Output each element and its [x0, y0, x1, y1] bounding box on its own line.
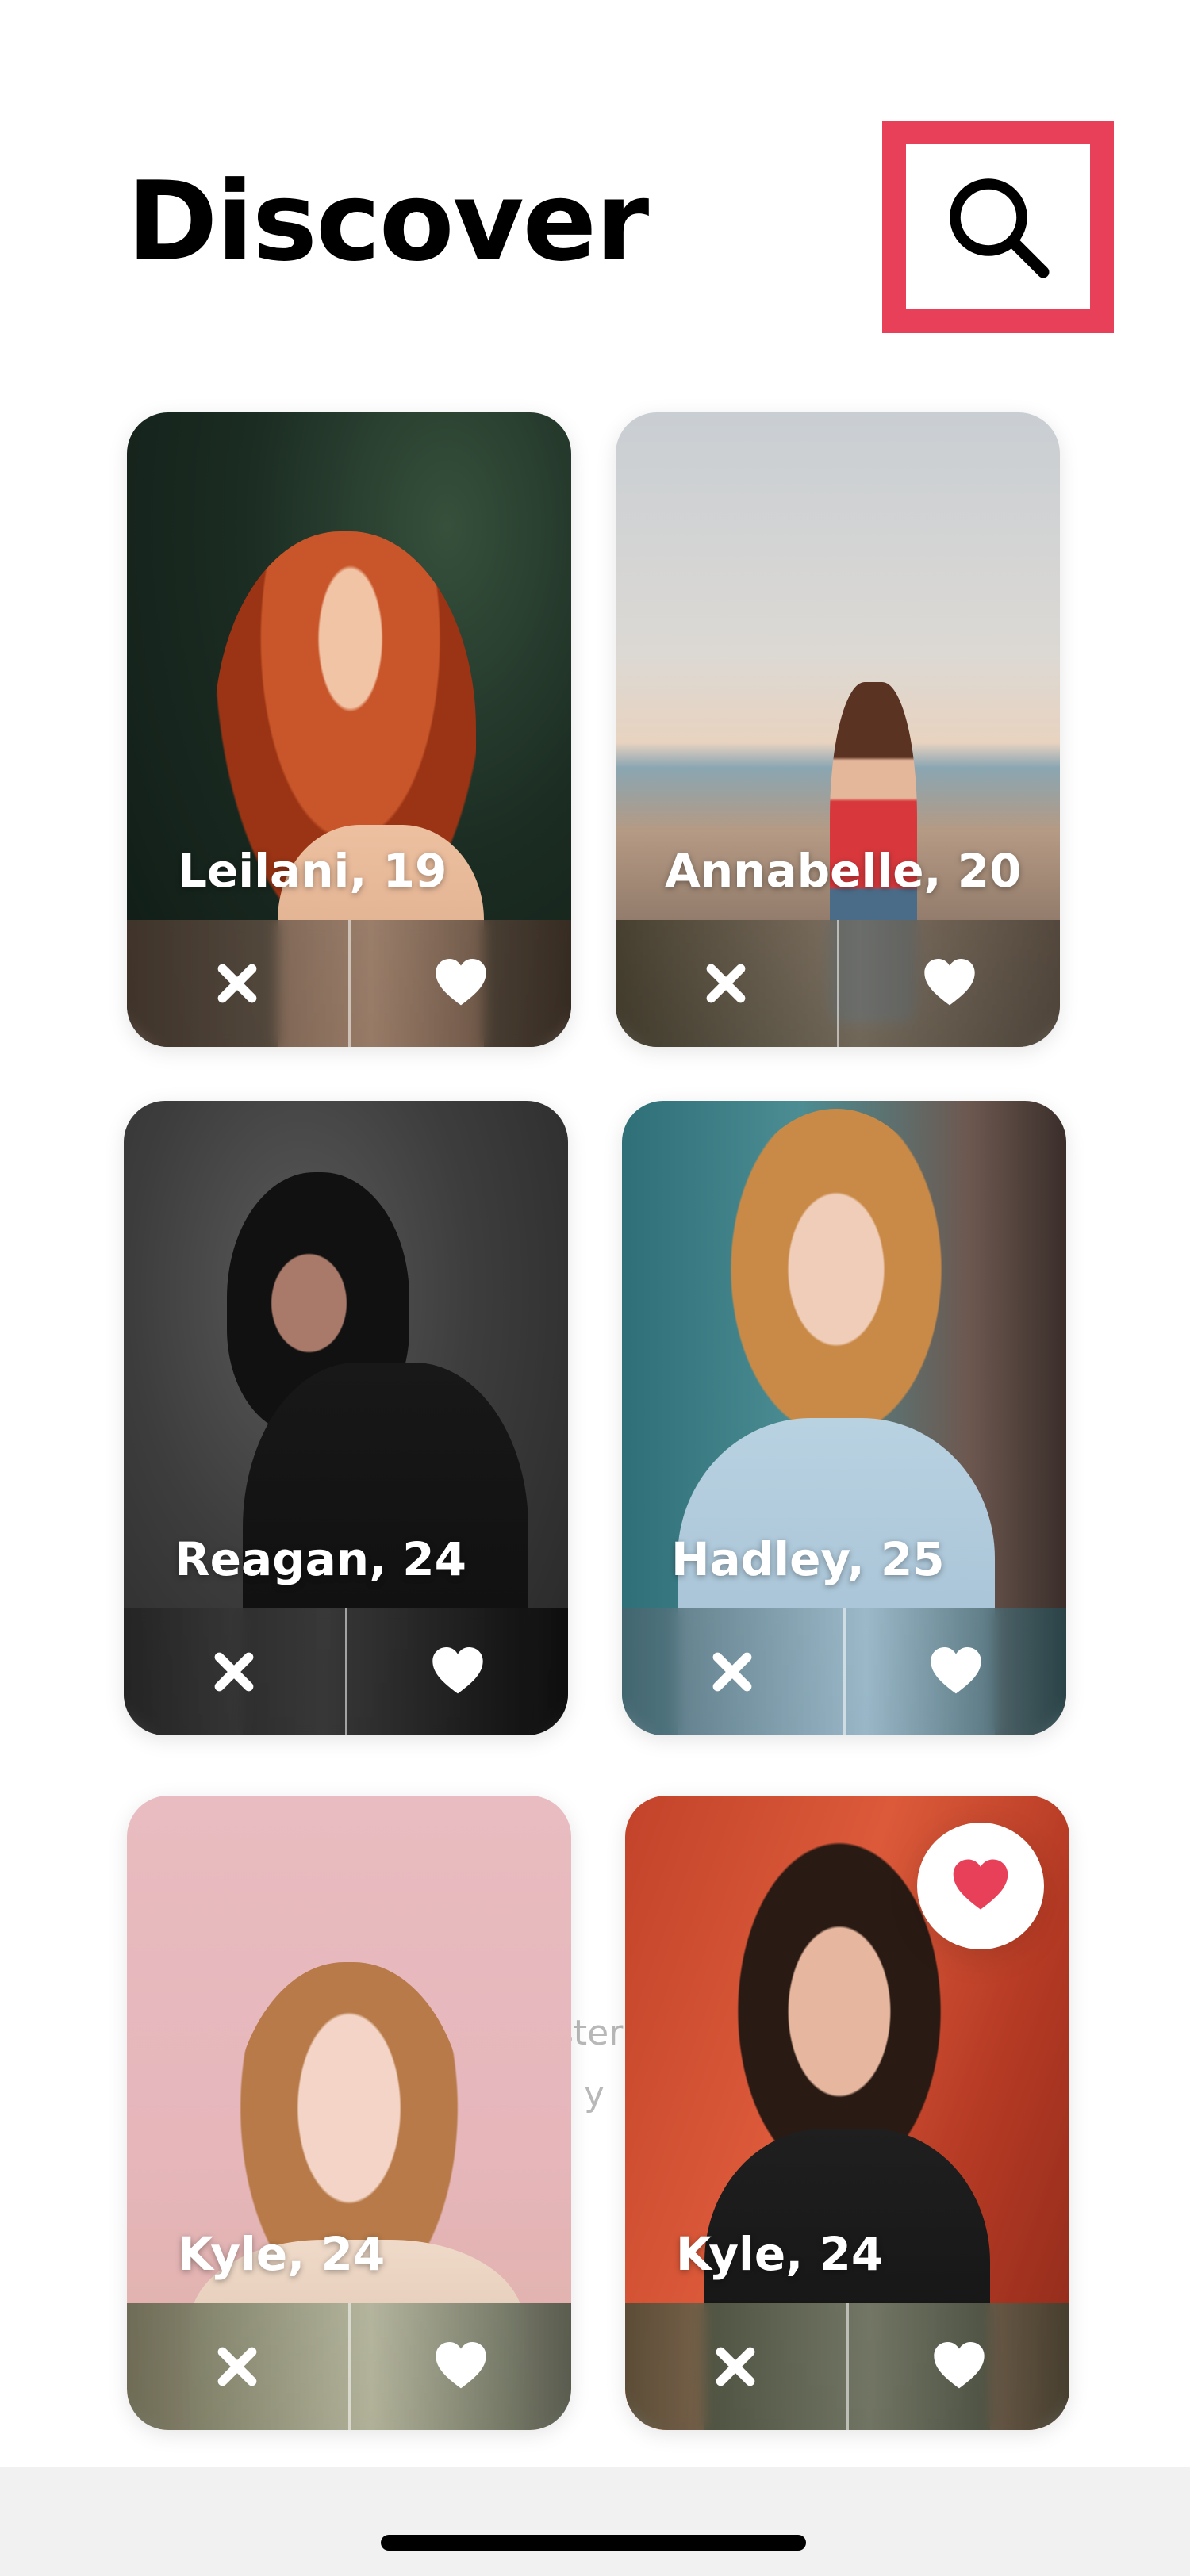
liked-indicator-button[interactable] — [917, 1823, 1044, 1949]
like-button[interactable] — [843, 1608, 1067, 1735]
like-button[interactable] — [836, 920, 1061, 1047]
dislike-button[interactable] — [616, 920, 837, 1047]
close-icon — [214, 1652, 254, 1692]
card-name: Leilani, 19 — [178, 844, 447, 898]
dislike-button[interactable] — [127, 920, 348, 1047]
search-icon — [950, 178, 1050, 278]
like-button[interactable] — [846, 2303, 1070, 2430]
close-icon — [217, 964, 257, 1003]
card-actions — [622, 1608, 1066, 1735]
like-button[interactable] — [347, 2303, 572, 2430]
close-icon — [217, 2347, 257, 2386]
card-actions — [127, 920, 571, 1047]
dislike-button[interactable] — [622, 1608, 843, 1735]
like-button[interactable] — [344, 1608, 569, 1735]
dislike-button[interactable] — [124, 1608, 345, 1735]
dislike-button[interactable] — [625, 2303, 846, 2430]
profile-card[interactable]: Annabelle, 20 — [616, 412, 1060, 1047]
card-actions — [124, 1608, 568, 1735]
card-name: Reagan, 24 — [175, 1532, 467, 1586]
card-actions — [616, 920, 1060, 1047]
like-button[interactable] — [347, 920, 572, 1047]
heart-icon — [436, 2342, 486, 2389]
card-actions — [127, 2303, 571, 2430]
card-name: Kyle, 24 — [178, 2227, 386, 2281]
profile-card[interactable]: Leilani, 19 — [127, 412, 571, 1047]
home-bar — [0, 2467, 1190, 2576]
close-icon — [712, 1652, 752, 1692]
profile-card[interactable]: Reagan, 24 — [124, 1101, 568, 1735]
card-name: Kyle, 24 — [676, 2227, 884, 2281]
heart-icon — [924, 959, 975, 1006]
heart-icon — [931, 1647, 981, 1694]
dislike-button[interactable] — [127, 2303, 348, 2430]
page-title: Discover — [127, 158, 649, 286]
card-name: Annabelle, 20 — [665, 844, 1022, 898]
profile-card[interactable]: Hadley, 25 — [622, 1101, 1066, 1735]
heart-icon — [953, 1859, 1008, 1910]
card-name: Hadley, 25 — [671, 1532, 945, 1586]
close-icon — [706, 964, 746, 1003]
heart-icon — [432, 1647, 483, 1694]
search-button[interactable] — [882, 121, 1114, 333]
home-indicator[interactable] — [381, 2535, 806, 2551]
heart-icon — [934, 2342, 985, 2389]
close-icon — [716, 2347, 755, 2386]
discover-screen: Discover ster y Leilani, 19 Annabelle, 2… — [0, 0, 1190, 2576]
card-actions — [625, 2303, 1069, 2430]
background-text-line2: y — [584, 2074, 605, 2114]
heart-icon — [436, 959, 486, 1006]
profile-card[interactable]: Kyle, 24 — [127, 1796, 571, 2430]
